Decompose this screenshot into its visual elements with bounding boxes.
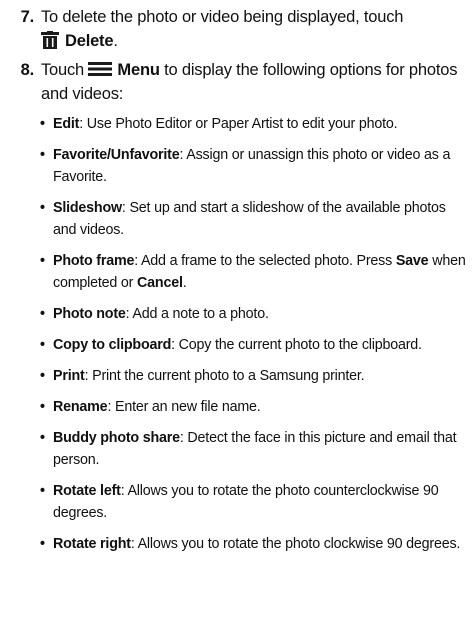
cancel-term: Cancel	[137, 275, 183, 291]
option-term: Favorite/Unfavorite	[53, 147, 180, 163]
bullet-dot: •	[40, 430, 45, 446]
option-desc-end: .	[182, 275, 187, 291]
option-desc: : Enter an new file name.	[107, 399, 261, 415]
option-desc: : Add a frame to the selected photo. Pre…	[134, 253, 396, 269]
option-term: Print	[53, 368, 85, 384]
option-desc: : Use Photo Editor or Paper Artist to ed…	[79, 116, 398, 132]
menu-label: Menu	[117, 61, 160, 79]
option-term: Rotate left	[53, 483, 121, 499]
options-list: • Edit: Use Photo Editor or Paper Artist…	[40, 113, 470, 638]
option-term: Photo frame	[53, 253, 135, 269]
step-7-body: To delete the photo or video being displ…	[41, 5, 471, 53]
step-number: 7.	[20, 8, 35, 26]
manual-page: 7. To delete the photo or video being di…	[0, 0, 474, 640]
bullet-dot: •	[40, 147, 45, 163]
option-desc: : Copy the current photo to the clipboar…	[171, 337, 422, 353]
menu-icon	[88, 59, 113, 76]
bullet-dot: •	[40, 253, 45, 269]
bullet-dot: •	[40, 536, 45, 552]
step-8: 8. Touch Menu to display the following o…	[10, 58, 468, 108]
option-desc: : Allows you to rotate the photo clockwi…	[130, 536, 461, 552]
delete-label: Delete	[65, 32, 114, 50]
bullet-dot: •	[40, 337, 45, 353]
option-term: Copy to clipboard	[53, 337, 172, 353]
save-term: Save	[395, 253, 429, 269]
step-7-text: To delete the photo or video being displ…	[41, 8, 404, 26]
option-term: Rename	[53, 399, 108, 415]
bullet-dot: •	[40, 399, 45, 415]
option-term: Rotate right	[53, 536, 131, 552]
bullet-dot: •	[40, 483, 45, 499]
option-term: Photo note	[53, 306, 126, 322]
step-8-pre: Touch	[41, 61, 85, 79]
option-desc: : Print the current photo to a Samsung p…	[84, 368, 365, 384]
trash-icon	[41, 31, 59, 49]
bullet-dot: •	[40, 306, 45, 322]
step-8-body: Touch Menu to display the following opti…	[41, 58, 471, 106]
option-term: Edit	[53, 116, 80, 132]
bullet-dot: •	[40, 200, 45, 216]
step-7-end: .	[113, 32, 118, 50]
bullet-dot: •	[40, 368, 45, 384]
step-7: 7. To delete the photo or video being di…	[10, 5, 468, 55]
bullet-dot: •	[40, 116, 45, 132]
option-term: Slideshow	[53, 200, 122, 216]
option-term: Buddy photo share	[53, 430, 180, 446]
option-desc: : Add a note to a photo.	[125, 306, 269, 322]
step-number: 8.	[20, 61, 35, 79]
